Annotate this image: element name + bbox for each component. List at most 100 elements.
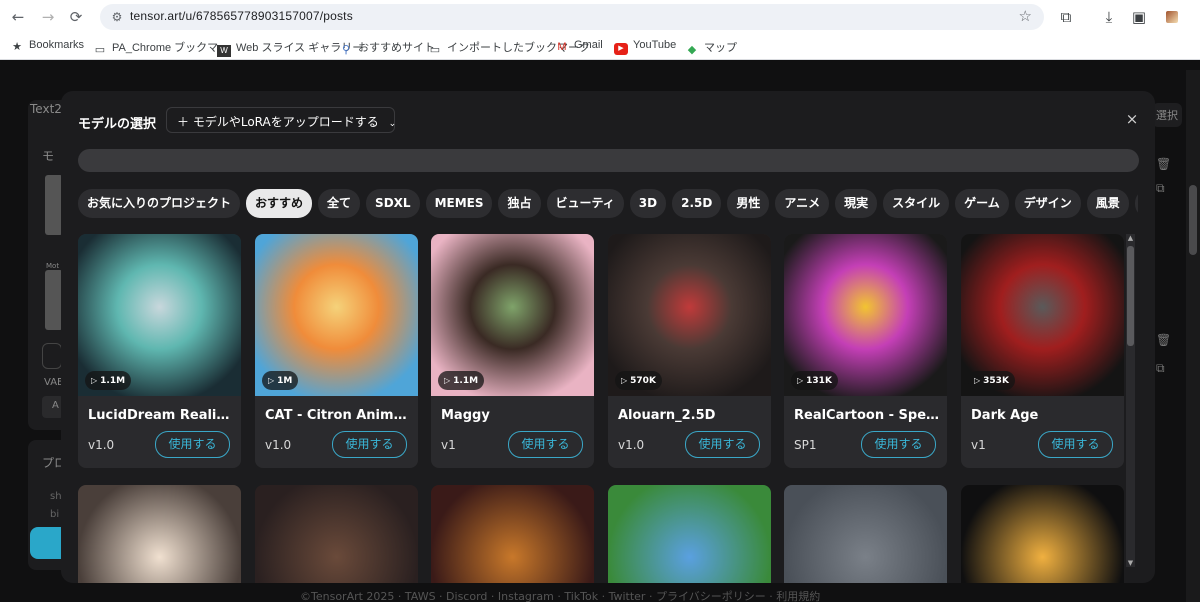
tab-style[interactable]: スタイル (883, 189, 950, 218)
run-count-badge: ▷ 1M (262, 371, 299, 390)
model-card[interactable]: ▷ 353K Dark Age v1 使用する (961, 234, 1124, 468)
reload-icon[interactable]: ⟳ (66, 7, 86, 27)
address-bar[interactable]: ⚙ tensor.art/u/678565778903157007/posts … (100, 4, 1044, 30)
tab-recommended[interactable]: おすすめ (246, 189, 313, 218)
close-icon[interactable]: × (1124, 111, 1140, 127)
tab-beauty[interactable]: ビューティ (546, 189, 624, 218)
tab-favorites[interactable]: お気に入りのプロジェクト (78, 189, 241, 218)
site-settings-icon[interactable]: ⚙ (108, 8, 126, 26)
play-icon: ▷ (91, 376, 98, 385)
forward-arrow-icon[interactable]: → (38, 7, 58, 27)
page-scrollbar[interactable] (1186, 70, 1200, 602)
model-card[interactable]: ▷ 1.1M LucidDream Realistic v1.0 使用する (78, 234, 241, 468)
tab-anime[interactable]: アニメ (775, 189, 830, 218)
tab-landscape[interactable]: 風景 (1086, 189, 1129, 218)
bookmark-item[interactable]: ▶ YouTube (614, 39, 676, 55)
bookmark-star-icon[interactable]: ☆ (1019, 7, 1032, 25)
web-slice-icon: W (217, 45, 231, 57)
tab-exclusive[interactable]: 独占 (498, 189, 541, 218)
model-version: v1 (441, 438, 456, 452)
upload-model-button[interactable]: ＋ モデルやLoRAをアップロードする ⌄ (166, 107, 397, 133)
chevron-down-icon: ⌄ (388, 119, 397, 129)
play-icon: ▷ (621, 376, 628, 385)
model-name[interactable]: CAT - Citron Anime Tr... (265, 408, 411, 423)
run-count-badge: ▷ 570K (615, 371, 662, 390)
modal-scrollbar-thumb[interactable] (1127, 246, 1134, 346)
model-name[interactable]: Maggy (441, 408, 587, 423)
tab-design[interactable]: デザイン (1014, 189, 1081, 218)
maps-icon: ◆ (687, 44, 697, 56)
play-icon: ▷ (974, 376, 981, 385)
tab-sdxl[interactable]: SDXL (366, 189, 420, 218)
use-model-button[interactable]: 使用する (1038, 431, 1113, 458)
model-name[interactable]: Dark Age (971, 408, 1117, 423)
model-version: v1 (971, 438, 986, 452)
bookmark-item[interactable]: ★ Bookmarks (10, 39, 84, 53)
search-icon: ⚲ (341, 44, 351, 56)
bookmark-item[interactable]: M Gmail (555, 39, 602, 53)
copy-icon: ⧉ (1156, 361, 1165, 375)
scroll-down-icon[interactable]: ▼ (1126, 559, 1135, 567)
model-version: v1.0 (265, 438, 292, 452)
model-card[interactable]: ▷1M CAT - Citron Anime Tr... v1.0 使用する (255, 234, 418, 468)
background-button (42, 343, 62, 369)
model-card[interactable] (431, 485, 594, 583)
extensions-icon[interactable]: ⧉ (1055, 6, 1077, 28)
play-icon: ▷ (444, 376, 451, 385)
profile-avatar[interactable] (1166, 11, 1178, 23)
model-card[interactable]: ▷ 570K Alouarn_2.5D v1.0 使用する (608, 234, 771, 468)
background-footer: ©TensorArt 2025 · TAWS · Discord · Insta… (300, 590, 821, 602)
model-name[interactable]: RealCartoon - Special (794, 408, 940, 423)
model-version: SP1 (794, 438, 817, 452)
modal-title: モデルの選択 (78, 117, 157, 132)
page-scrollbar-thumb[interactable] (1189, 185, 1197, 255)
back-arrow-icon[interactable]: ← (8, 7, 28, 27)
plus-icon: ＋ (177, 115, 190, 129)
bookmark-item[interactable]: ◆ マップ (685, 39, 737, 56)
model-card[interactable]: ▷ 131K RealCartoon - Special SP1 使用する (784, 234, 947, 468)
bookmark-item[interactable]: ▭ PA_Chrome ブックマ... (93, 39, 228, 56)
model-card[interactable]: ▷ 1.1M Maggy v1 使用する (431, 234, 594, 468)
side-panel-icon[interactable]: ▣ (1128, 6, 1150, 28)
model-version: v1.0 (618, 438, 645, 452)
use-model-button[interactable]: 使用する (155, 431, 230, 458)
use-model-button[interactable]: 使用する (861, 431, 936, 458)
star-icon: ★ (12, 41, 22, 53)
background-prompt-text: sh bi (50, 491, 62, 520)
run-count-badge: ▷ 353K (968, 371, 1015, 390)
folder-icon: ▭ (429, 44, 441, 56)
youtube-icon: ▶ (614, 43, 628, 55)
model-card[interactable] (255, 485, 418, 583)
background-generate-button (30, 527, 64, 559)
bookmark-item[interactable]: ⚲ おすすめサイト (339, 39, 435, 56)
play-icon: ▷ (268, 376, 275, 385)
run-count-badge: ▷ 131K (791, 371, 838, 390)
url-text[interactable]: tensor.art/u/678565778903157007/posts (130, 9, 353, 23)
scroll-up-icon[interactable]: ▲ (1126, 234, 1135, 242)
tab-game[interactable]: ゲーム (955, 189, 1009, 218)
model-name[interactable]: LucidDream Realistic (88, 408, 234, 423)
download-icon[interactable]: ⤓ (1098, 6, 1120, 28)
model-card[interactable] (784, 485, 947, 583)
model-name[interactable]: Alouarn_2.5D (618, 408, 764, 423)
background-model-label: モ (42, 149, 55, 163)
tab-all[interactable]: 全て (318, 189, 361, 218)
modal-scrollbar[interactable]: ▲ ▼ (1126, 234, 1135, 567)
use-model-button[interactable]: 使用する (332, 431, 407, 458)
tab-architecture[interactable]: 建 (1134, 189, 1138, 218)
tab-male[interactable]: 男性 (727, 189, 770, 218)
tab-realistic[interactable]: 現実 (835, 189, 878, 218)
tab-2-5d[interactable]: 2.5D (672, 189, 722, 218)
model-card[interactable] (608, 485, 771, 583)
background-model-caption: Mot (46, 262, 60, 270)
category-tabs: お気に入りのプロジェクト おすすめ 全て SDXL MEMES 独占 ビューティ 3D 2.5D… (78, 189, 1138, 218)
model-search-input[interactable] (78, 149, 1139, 172)
tab-memes[interactable]: MEMES (425, 189, 493, 218)
use-model-button[interactable]: 使用する (508, 431, 583, 458)
use-model-button[interactable]: 使用する (685, 431, 760, 458)
folder-icon: ▭ (94, 44, 106, 56)
model-card[interactable] (961, 485, 1124, 583)
model-version: v1.0 (88, 438, 115, 452)
tab-3d[interactable]: 3D (629, 189, 667, 218)
model-card[interactable] (78, 485, 241, 583)
